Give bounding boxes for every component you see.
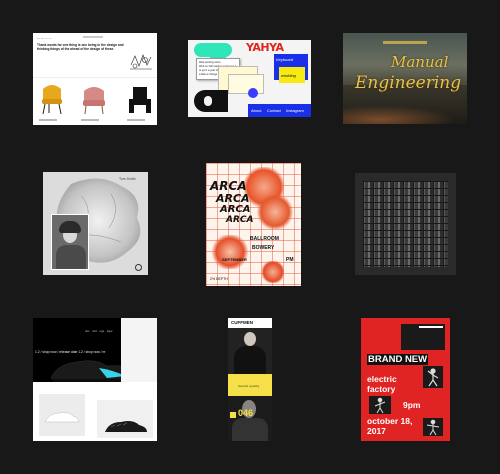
gallery-tile-manual-engineering[interactable]: Manual Engineering xyxy=(343,33,467,124)
circle-icon[interactable] xyxy=(135,264,142,271)
model-photo xyxy=(228,328,272,378)
event-time: 9pm xyxy=(403,400,421,410)
gallery-tile-sneakers[interactable]: dot · mt3 · sgs · tiger 1.2 / shop now /… xyxy=(33,318,157,441)
gallery-tile-arca-poster[interactable]: ARCA ARCA ARCA ARCA BALLROOM BOWERY SEPT… xyxy=(206,163,301,286)
header-ornament xyxy=(383,41,427,44)
face-graphic xyxy=(256,195,294,229)
event-date-line-1: october 18, xyxy=(367,416,413,426)
portrait-body xyxy=(56,245,86,269)
yellow-square xyxy=(230,412,236,418)
yellow-chair-image[interactable] xyxy=(39,83,65,115)
portrait-photo[interactable] xyxy=(51,214,89,270)
venue-label: BALLROOM xyxy=(250,236,279,242)
white-sneaker-image xyxy=(44,412,80,423)
portrait-hair xyxy=(59,221,81,233)
bottom-label: 2% DEPTH xyxy=(210,277,228,281)
dialog-line: Was working since xyxy=(199,61,221,64)
dancer-photo xyxy=(423,366,443,388)
month-label: SEPTEMBER xyxy=(222,257,247,262)
caption-bar xyxy=(39,119,57,121)
dancer-photo xyxy=(369,396,391,414)
product-card[interactable] xyxy=(39,394,85,436)
side-panel xyxy=(121,318,157,382)
gallery-tile-brand-new[interactable]: BRAND NEW electric factory 9pm october 1… xyxy=(361,318,450,441)
venue-line-1: electric xyxy=(367,374,397,384)
tag-right: Keyboard xyxy=(276,57,294,62)
caption-bar xyxy=(127,119,145,121)
issue-number: 046 xyxy=(238,408,254,418)
gallery-tile-cuffmen[interactable]: CUFFMEN mental quality 046 xyxy=(228,318,272,441)
tile-tagline: Thank words for one thing is one being i… xyxy=(37,43,124,51)
fire-glow xyxy=(343,103,467,124)
tag-right-2: wedding xyxy=(281,73,296,78)
sketch-illustration xyxy=(129,51,153,71)
gallery-tile-cloud[interactable]: Tom Smith xyxy=(43,172,148,275)
nav-link-about[interactable]: About xyxy=(251,108,261,113)
venue-label: BOWERY xyxy=(252,245,275,251)
thumbnail-grid xyxy=(363,181,448,267)
arca-word: ARCA xyxy=(220,204,251,215)
pink-chair-image[interactable] xyxy=(81,83,107,115)
venue-line-2: factory xyxy=(367,384,396,394)
nav-link-instagram[interactable]: Instagram xyxy=(286,108,304,113)
black-letter-shape xyxy=(220,90,228,112)
nav-bar: About Contact Instagram xyxy=(248,104,311,117)
nav-link-contact[interactable]: Contact xyxy=(267,108,281,113)
caption-bar xyxy=(81,119,99,121)
arca-word: ARCA xyxy=(210,179,247,193)
black-sneaker-image xyxy=(105,421,147,432)
gallery-tile-mosaic[interactable] xyxy=(355,173,456,275)
headline-text: YAHYA xyxy=(246,41,284,54)
title-line-2: Engineering xyxy=(355,73,462,93)
dancer-photo xyxy=(423,418,443,436)
tile-nav-text: — — — — xyxy=(37,36,52,40)
tile-label: Tom Smith xyxy=(119,177,136,181)
title-line-1: Manual xyxy=(391,53,449,71)
arca-word: ARCA xyxy=(226,215,254,225)
headline: BRAND NEW xyxy=(367,354,429,365)
face-graphic xyxy=(262,261,284,283)
caption-text: mental quality xyxy=(238,384,260,388)
time-label: PM xyxy=(286,257,294,263)
event-date-line-2: 2017 xyxy=(367,426,386,436)
second-photo xyxy=(228,396,272,441)
divider xyxy=(33,77,157,78)
black-chair-image[interactable] xyxy=(127,83,153,115)
blue-dot xyxy=(248,88,258,98)
model-head xyxy=(244,332,256,346)
small-nav[interactable]: dot · mt3 · sgs · tiger xyxy=(85,329,113,333)
window-panel xyxy=(228,74,264,94)
product-card[interactable] xyxy=(97,400,153,438)
letter-counter xyxy=(204,96,212,106)
model-torso xyxy=(232,418,268,441)
tile-header-bar xyxy=(83,36,103,38)
brand-name: CUFFMEN xyxy=(231,320,253,325)
gallery-tile-collage[interactable]: YAHYA Keyboard wedding Was working since… xyxy=(188,40,311,117)
face-graphic xyxy=(212,235,248,269)
gallery-tile-furniture[interactable]: — — — — Thank words for one thing is one… xyxy=(33,33,157,125)
header-bar xyxy=(419,326,443,328)
